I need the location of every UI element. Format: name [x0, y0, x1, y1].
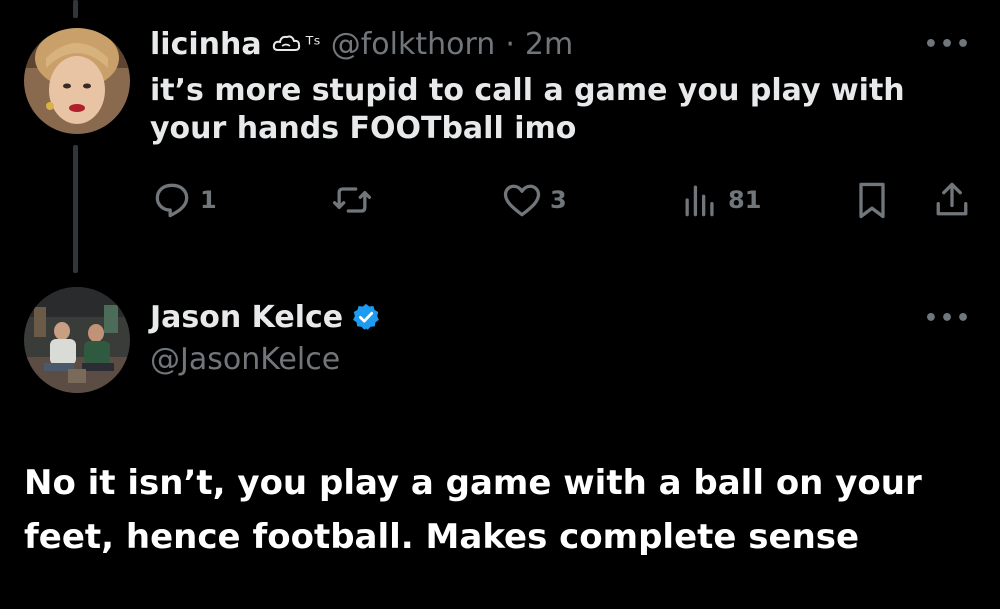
like-button[interactable]: 3 — [500, 178, 567, 222]
views-count: 81 — [728, 186, 762, 214]
name-badge-text: ᵀˢ — [305, 32, 321, 56]
reply-button[interactable]: 1 — [150, 178, 217, 222]
reply-handle[interactable]: @folkthorn — [331, 27, 496, 62]
reply-display-name[interactable]: licinha — [150, 27, 262, 62]
verified-badge-icon[interactable] — [351, 302, 381, 332]
reply-count: 1 — [200, 186, 217, 214]
thread-line — [73, 145, 78, 273]
author-avatar[interactable] — [24, 287, 130, 393]
thread-line-top — [73, 0, 78, 18]
reply-more-button[interactable]: ••• — [924, 32, 970, 57]
views-button[interactable]: 81 — [678, 178, 761, 222]
retweet-button[interactable] — [330, 178, 380, 222]
like-count: 3 — [550, 186, 567, 214]
bookmark-button[interactable] — [850, 178, 894, 222]
author-handle[interactable]: @JasonKelce — [150, 339, 381, 381]
reply-text: it’s more stupid to call a game you play… — [150, 73, 905, 146]
post-more-button[interactable]: ••• — [924, 306, 970, 331]
reply-action-bar: 1 3 81 — [150, 178, 980, 222]
post-text: No it isn’t, you play a game with a ball… — [24, 463, 922, 557]
bookmark-icon — [850, 178, 894, 222]
separator-dot: · — [505, 26, 515, 62]
author-display-name[interactable]: Jason Kelce — [150, 300, 343, 335]
reply-header: licinha ᵀˢ @folkthorn · 2m — [150, 22, 573, 66]
author-name-row: Jason Kelce — [150, 295, 381, 339]
reply-avatar[interactable] — [24, 28, 130, 134]
heart-icon — [500, 178, 544, 222]
share-icon — [930, 178, 974, 222]
tweet-thread: licinha ᵀˢ @folkthorn · 2m ••• it’s more… — [0, 0, 1000, 609]
share-button[interactable] — [930, 178, 974, 222]
cloud-emoji-icon: ᵀˢ — [272, 32, 321, 56]
comment-icon — [150, 178, 194, 222]
author-block: Jason Kelce @JasonKelce — [150, 295, 381, 381]
retweet-icon — [330, 178, 374, 222]
reply-timestamp[interactable]: 2m — [525, 27, 573, 62]
views-icon — [678, 178, 722, 222]
